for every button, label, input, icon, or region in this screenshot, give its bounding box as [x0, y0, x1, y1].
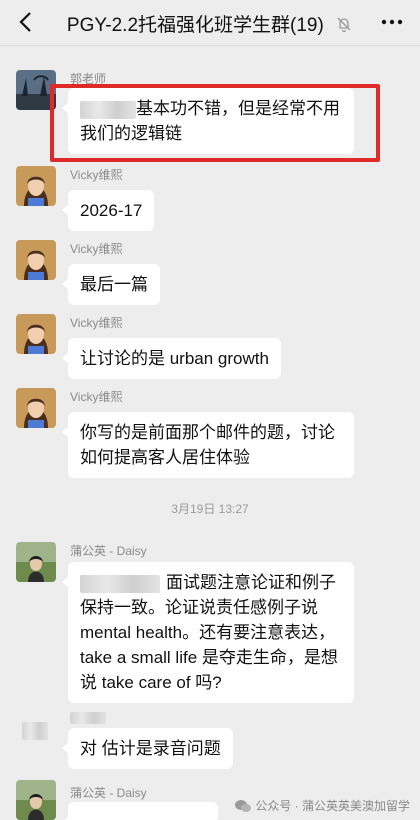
message-text: 保持一致。论证说责任感例子说	[80, 598, 318, 617]
watermark-text: 公众号 · 蒲公英英美澳加留学	[255, 799, 410, 813]
watermark: 公众号 · 蒲公英英美澳加留学	[235, 797, 410, 814]
more-horizontal-icon[interactable]	[378, 10, 406, 34]
message-text: 2026-17	[80, 201, 143, 220]
timestamp: 3月19日 13:27	[171, 502, 249, 516]
redacted-name	[80, 574, 160, 593]
avatar[interactable]	[16, 542, 56, 582]
message-bubble[interactable]: 最后一篇	[62, 264, 160, 305]
message-bubble[interactable]: 对 估计是录音问题	[62, 728, 233, 769]
message-text: 对 估计是录音问题	[80, 739, 221, 758]
message-bubble[interactable]: 面试题注意论证和例子 保持一致。论证说责任感例子说 mental health。…	[62, 562, 354, 703]
redacted-sender	[70, 712, 106, 724]
avatar[interactable]	[16, 314, 56, 354]
message-text: 如何提高客人居住体验	[80, 448, 250, 467]
message-bubble[interactable]: 你写的是前面那个邮件的题，讨论 如何提高客人居住体验	[62, 412, 354, 478]
chat-header: PGY-2.2托福强化班学生群(19)	[0, 0, 420, 46]
message-text: 说 take care of 吗?	[80, 673, 222, 692]
chat-title-wrap: PGY-2.2托福强化班学生群(19)	[60, 10, 360, 37]
redacted-avatar	[22, 722, 48, 740]
message-bubble[interactable]: 让讨论的是 urban growth	[62, 338, 281, 379]
message-text: take a small life 是夺走生命，是想	[80, 648, 338, 667]
sender-name: Vicky维熙	[70, 242, 123, 256]
message-text: 你写的是前面那个邮件的题，讨论	[80, 423, 335, 442]
avatar[interactable]	[16, 240, 56, 280]
message-text: 面试题注意论证和例子	[166, 573, 336, 592]
sender-name: Vicky维熙	[70, 316, 123, 330]
avatar[interactable]	[16, 780, 56, 820]
sender-name: Vicky维熙	[70, 168, 123, 182]
avatar[interactable]	[16, 388, 56, 428]
chevron-left-icon[interactable]	[14, 9, 40, 35]
highlight-box	[50, 84, 380, 162]
message-text: mental health。还有要注意表达，	[80, 623, 336, 642]
message-bubble[interactable]: 2026-17	[61, 190, 155, 231]
bell-off-icon	[337, 17, 351, 33]
sender-name: Vicky维熙	[70, 390, 123, 404]
avatar[interactable]	[16, 166, 56, 206]
message-text: 最后一篇	[80, 275, 148, 294]
chat-title: PGY-2.2托福强化班学生群(19)	[66, 15, 324, 36]
sender-name: 蒲公英 - Daisy	[70, 544, 147, 558]
sender-name: 蒲公英 - Daisy	[70, 786, 147, 800]
avatar[interactable]	[16, 712, 56, 752]
wechat-icon	[235, 799, 252, 812]
message-bubble[interactable]	[62, 802, 218, 820]
message-text: 让讨论的是 urban growth	[80, 349, 269, 368]
